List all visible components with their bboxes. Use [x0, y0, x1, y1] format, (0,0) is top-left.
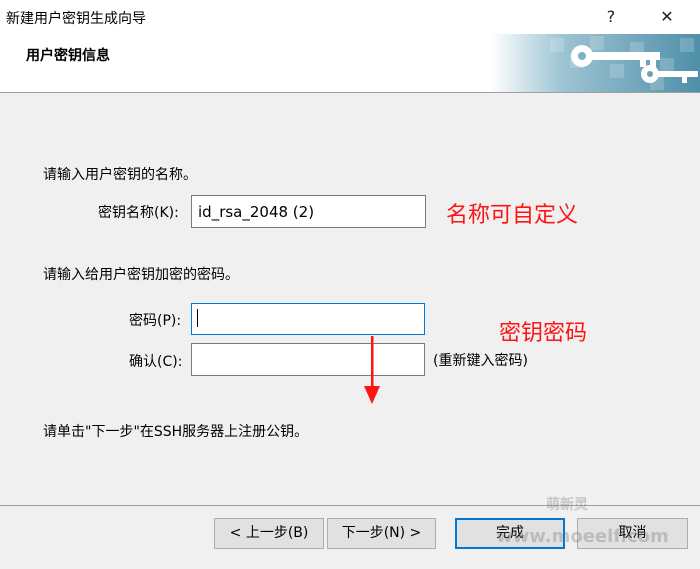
password-input[interactable]	[191, 303, 425, 335]
help-button[interactable]: ?	[597, 4, 625, 30]
arrow-down-icon	[364, 336, 380, 404]
key-icon	[490, 34, 700, 92]
name-annotation: 名称可自定义	[446, 203, 579, 228]
wizard-header: 用户密钥信息	[0, 34, 700, 93]
button-bar: < 上一步(B) 下一步(N) > 完成 取消	[0, 505, 700, 569]
finish-button[interactable]: 完成	[455, 518, 565, 549]
text-cursor	[197, 309, 198, 327]
confirm-label: 确认(C):	[129, 354, 183, 370]
cancel-button[interactable]: 取消	[577, 518, 688, 549]
back-button[interactable]: < 上一步(B)	[214, 518, 324, 549]
key-name-label: 密钥名称(K):	[98, 205, 179, 221]
confirm-password-input[interactable]	[191, 343, 425, 376]
next-button[interactable]: 下一步(N) >	[327, 518, 436, 549]
password-prompt: 请输入给用户密钥加密的密码。	[43, 267, 239, 283]
confirm-hint: (重新键入密码)	[433, 353, 528, 369]
password-annotation: 密钥密码	[499, 321, 588, 346]
wizard-content: 请输入用户密钥的名称。 密钥名称(K): 名称可自定义 请输入给用户密钥加密的密…	[0, 93, 700, 505]
window-title: 新建用户密钥生成向导	[6, 11, 146, 27]
title-bar: 新建用户密钥生成向导 ? ✕	[0, 0, 700, 34]
password-label: 密码(P):	[129, 313, 182, 329]
name-prompt: 请输入用户密钥的名称。	[43, 167, 197, 183]
register-note: 请单击"下一步"在SSH服务器上注册公钥。	[43, 424, 309, 440]
key-name-input[interactable]	[191, 195, 426, 228]
page-heading: 用户密钥信息	[26, 48, 110, 64]
close-button[interactable]: ✕	[653, 4, 681, 30]
